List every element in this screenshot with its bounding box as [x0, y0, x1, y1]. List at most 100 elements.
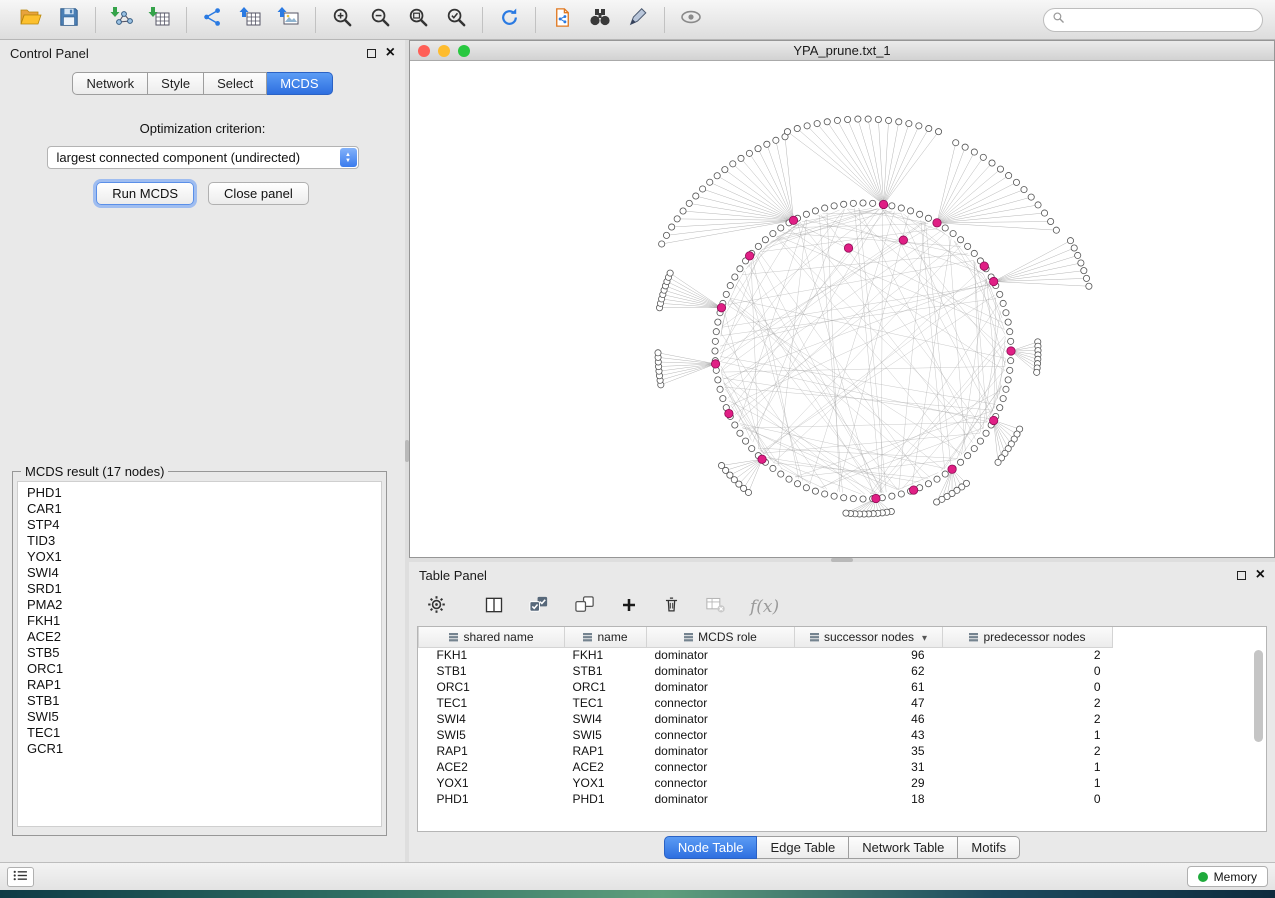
delete-column-button[interactable] [662, 595, 681, 619]
column-header-successor-nodes[interactable]: successor nodes▾ [795, 627, 943, 647]
mcds-result-item[interactable]: STB1 [27, 693, 372, 709]
annotation-button[interactable] [619, 4, 657, 36]
mcds-result-item[interactable]: ACE2 [27, 629, 372, 645]
network-window: YPA_prune.txt_1 [409, 40, 1275, 558]
criterion-select[interactable]: largest connected component (undirected)… [47, 146, 359, 169]
scrollbar-thumb[interactable] [1254, 650, 1263, 742]
toggle-visibility-button[interactable] [672, 4, 710, 36]
search-network-button[interactable] [581, 4, 619, 36]
export-table-button[interactable] [232, 4, 270, 36]
column-header-predecessor-nodes[interactable]: predecessor nodes [943, 627, 1113, 647]
select-all-button[interactable] [528, 595, 550, 619]
table-tab-node-table[interactable]: Node Table [664, 836, 758, 859]
table-row[interactable]: PHD1PHD1dominator180 [419, 791, 1113, 807]
table-row[interactable]: SWI4SWI4dominator462 [419, 711, 1113, 727]
share-document-button[interactable] [543, 4, 581, 36]
vertical-splitter[interactable] [405, 40, 409, 862]
mcds-result-item[interactable]: PMA2 [27, 597, 372, 613]
task-history-button[interactable] [7, 867, 34, 887]
tab-select[interactable]: Select [204, 72, 267, 95]
memory-button[interactable]: Memory [1187, 866, 1268, 887]
mcds-result-item[interactable]: SWI5 [27, 709, 372, 725]
mcds-result-item[interactable]: CAR1 [27, 501, 372, 517]
float-panel-icon[interactable] [367, 49, 376, 58]
toolbar-separator [186, 7, 187, 33]
float-panel-icon[interactable] [1237, 571, 1246, 580]
table-tab-edge-table[interactable]: Edge Table [757, 836, 849, 859]
maximize-window-button[interactable] [458, 45, 470, 57]
mcds-result-item[interactable]: PHD1 [27, 485, 372, 501]
tab-network[interactable]: Network [72, 72, 148, 95]
show-columns-button[interactable] [484, 595, 504, 620]
binoculars-icon [588, 5, 612, 34]
table-row[interactable]: SWI5SWI5connector431 [419, 727, 1113, 743]
mcds-result-list[interactable]: PHD1CAR1STP4TID3YOX1SWI4SRD1PMA2FKH1ACE2… [17, 481, 382, 827]
zoom-selected-button[interactable] [437, 4, 475, 36]
zoom-in-button[interactable] [323, 4, 361, 36]
close-panel-icon[interactable]: × [1256, 569, 1265, 581]
table-row[interactable]: ACE2ACE2connector311 [419, 759, 1113, 775]
column-header-name[interactable]: name [565, 627, 647, 647]
tab-mcds[interactable]: MCDS [267, 72, 332, 95]
close-panel-icon[interactable]: × [386, 47, 395, 59]
run-mcds-button[interactable]: Run MCDS [96, 182, 194, 205]
save-session-button[interactable] [50, 4, 88, 36]
mcds-result-item[interactable]: RAP1 [27, 677, 372, 693]
table-row[interactable]: ORC1ORC1dominator610 [419, 679, 1113, 695]
splitter-grip-icon [405, 440, 409, 462]
import-table-button[interactable] [141, 4, 179, 36]
export-network-button[interactable] [194, 4, 232, 36]
add-column-button[interactable] [620, 596, 638, 619]
mcds-result-item[interactable]: TID3 [27, 533, 372, 549]
export-image-button[interactable] [270, 4, 308, 36]
pen-icon [627, 6, 649, 33]
table-row[interactable]: TEC1TEC1connector472 [419, 695, 1113, 711]
refresh-button[interactable] [490, 4, 528, 36]
table-tab-network-table[interactable]: Network Table [849, 836, 958, 859]
tab-style[interactable]: Style [148, 72, 204, 95]
toolbar-separator [664, 7, 665, 33]
table-scrollbar[interactable] [1253, 650, 1264, 828]
deselect-all-icon [574, 595, 596, 619]
mcds-result-item[interactable]: ORC1 [27, 661, 372, 677]
function-builder-button: f(x) [750, 597, 779, 617]
table-row[interactable]: FKH1FKH1dominator962 [419, 647, 1113, 663]
zoom-out-button[interactable] [361, 4, 399, 36]
table-row[interactable]: RAP1RAP1dominator352 [419, 743, 1113, 759]
mcds-result-item[interactable]: STP4 [27, 517, 372, 533]
zoom-fit-button[interactable] [399, 4, 437, 36]
table-row[interactable]: STB1STB1dominator620 [419, 663, 1113, 679]
network-canvas[interactable] [410, 61, 1274, 557]
list-menu-icon [13, 869, 28, 884]
mcds-result-item[interactable]: GCR1 [27, 741, 372, 757]
column-header-shared-name[interactable]: shared name [419, 627, 565, 647]
mcds-result-item[interactable]: YOX1 [27, 549, 372, 565]
control-panel: Control Panel × NetworkStyleSelectMCDS O… [0, 40, 405, 862]
close-panel-button[interactable]: Close panel [208, 182, 309, 205]
mcds-result-item[interactable]: FKH1 [27, 613, 372, 629]
close-window-button[interactable] [418, 45, 430, 57]
mcds-result-item[interactable]: TEC1 [27, 725, 372, 741]
table-row[interactable]: YOX1YOX1connector291 [419, 775, 1113, 791]
search-box[interactable] [1043, 8, 1263, 32]
memory-label: Memory [1214, 870, 1257, 884]
mcds-result-item[interactable]: SWI4 [27, 565, 372, 581]
table-tab-motifs[interactable]: Motifs [958, 836, 1020, 859]
mcds-result-item[interactable]: STB5 [27, 645, 372, 661]
import-network-button[interactable] [103, 4, 141, 36]
network-window-titlebar[interactable]: YPA_prune.txt_1 [410, 41, 1274, 61]
minimize-window-button[interactable] [438, 45, 450, 57]
export-network-icon [202, 6, 224, 33]
select-all-icon [528, 595, 550, 619]
open-session-button[interactable] [12, 4, 50, 36]
export-image-icon [277, 5, 301, 34]
mcds-result-item[interactable]: SRD1 [27, 581, 372, 597]
memory-status-dot [1198, 872, 1208, 882]
search-input[interactable] [1070, 12, 1254, 28]
table-settings-button[interactable] [427, 595, 446, 619]
horizontal-splitter[interactable] [409, 558, 1275, 562]
network-graph[interactable] [410, 61, 1274, 557]
deselect-all-button[interactable] [574, 595, 596, 619]
column-header-MCDS-role[interactable]: MCDS role [647, 627, 795, 647]
toolbar-separator [482, 7, 483, 33]
